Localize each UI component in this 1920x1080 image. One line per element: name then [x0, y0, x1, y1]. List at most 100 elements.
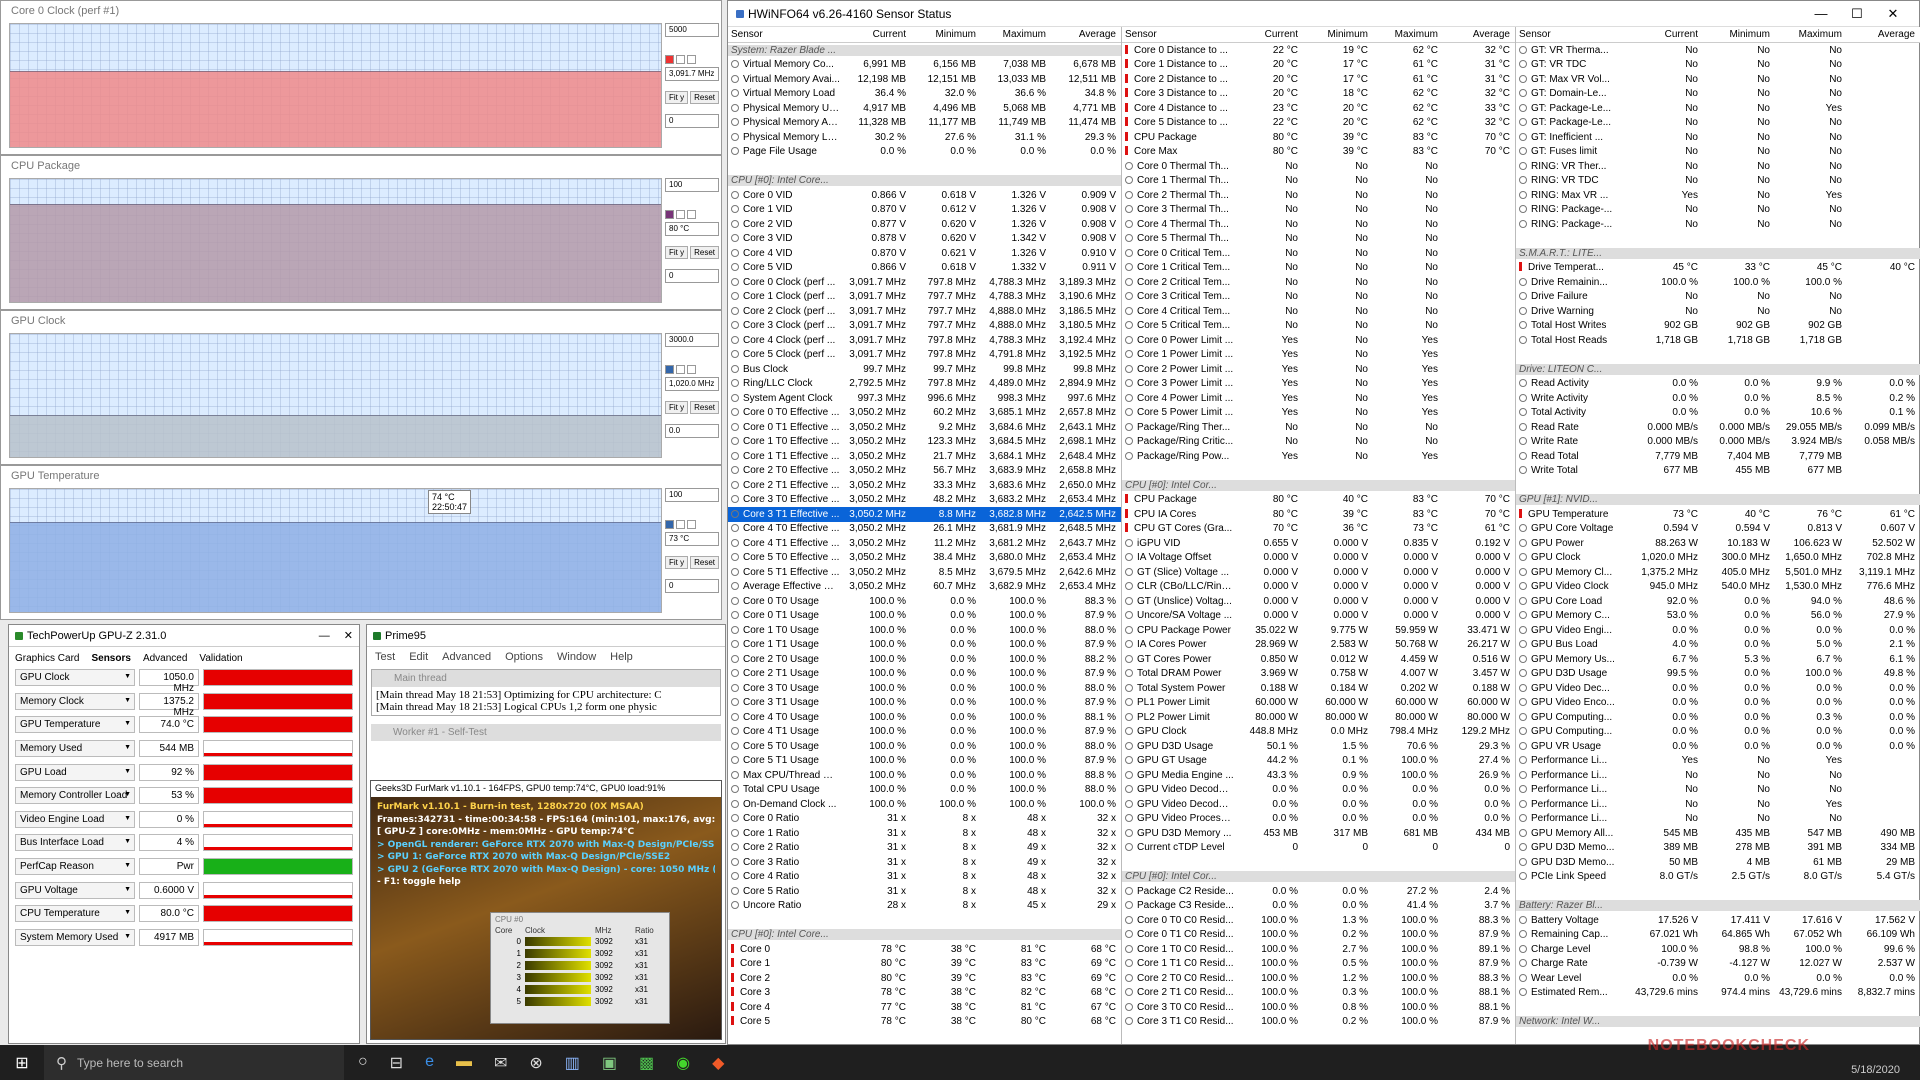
prime95-taskbar-icon[interactable]: ▩: [639, 1053, 654, 1073]
sensor-row[interactable]: Core 4 VID 0.870 V 0.621 V 1.326 V 0.910 V: [728, 246, 1121, 261]
sensor-row[interactable]: Core 0 T0 C0 Resid... 100.0 % 1.3 % 100.0 %…: [1122, 913, 1515, 928]
sensor-row[interactable]: GPU Video Processi... 0.0 % 0.0 % 0.0 % 0.0 …: [1122, 812, 1515, 827]
sensor-row[interactable]: Core 4 77 °C 38 °C 81 °C 67 °C: [728, 1000, 1121, 1015]
sensor-row[interactable]: Core 4 Thermal Th... No No No: [1122, 217, 1515, 232]
graph-max-field[interactable]: 100: [665, 178, 719, 192]
sensor-row[interactable]: GPU D3D Usage 99.5 % 0.0 % 100.0 % 49.8 %: [1516, 667, 1920, 682]
sensor-row[interactable]: Core 0 T0 Effective ... 3,050.2 MHz 60.2 M…: [728, 406, 1121, 421]
sensor-row[interactable]: Remaining Cap... 67.021 Wh 64.865 Wh 67.052…: [1516, 928, 1920, 943]
sensor-row[interactable]: Total System Power 0.188 W 0.184 W 0.202 W0…: [1122, 681, 1515, 696]
color-swatch-icon[interactable]: [665, 365, 674, 374]
sensor-pane-2[interactable]: Sensor Current Minimum Maximum Average Core 0…: [1122, 27, 1516, 1044]
sensor-row[interactable]: Core 5 T0 Effective ... 3,050.2 MHz 38.4 M…: [728, 551, 1121, 566]
sensor-group-header[interactable]: CPU [#0]: Intel Cor...: [1122, 478, 1515, 493]
sensor-row[interactable]: GPU D3D Usage 50.1 % 1.5 % 70.6 % 29.3 %: [1122, 739, 1515, 754]
color-swatch-icon[interactable]: [665, 520, 674, 529]
sensor-row[interactable]: Core 4 T0 Effective ... 3,050.2 MHz 26.1 M…: [728, 522, 1121, 537]
sensor-row[interactable]: Core 5 Ratio 31 x8 x 48 x 32 x: [728, 884, 1121, 899]
sensor-row[interactable]: Package C2 Reside... 0.0 % 0.0 % 27.2 % 2.4 …: [1122, 884, 1515, 899]
sensor-dropdown[interactable]: Bus Interface Load ▼: [15, 834, 135, 852]
menu-window[interactable]: Window: [557, 651, 596, 663]
sensor-row[interactable]: Core 0 T0 Usage 100.0 % 0.0 % 100.0 % 88.3 %: [728, 594, 1121, 609]
sensor-row[interactable]: Core 0 Clock (perf ... 3,091.7 MHz 797.8 M…: [728, 275, 1121, 290]
sensor-row[interactable]: On-Demand Clock ... 100.0 % 100.0 % 100.0 %…: [728, 797, 1121, 812]
sensor-row[interactable]: Core 5 VID 0.866 V 0.618 V 1.332 V 0.911 V: [728, 261, 1121, 276]
razer-taskbar-icon[interactable]: ◉: [676, 1053, 690, 1073]
sensor-row[interactable]: Total Activity 0.0 % 0.0 % 10.6 % 0.1 %: [1516, 406, 1920, 421]
hwinfo-window[interactable]: HWiNFO64 v6.26-4160 Sensor Status — ☐ ✕ …: [727, 0, 1920, 1045]
sensor-row[interactable]: Core 4 Power Limit ... Yes No Yes: [1122, 391, 1515, 406]
sensor-row[interactable]: Core 3 T1 Effective ... 3,050.2 MHz 8.8 MH…: [728, 507, 1121, 522]
sensor-row[interactable]: Core 2 T1 Effective ... 3,050.2 MHz 33.3 M…: [728, 478, 1121, 493]
sensor-row[interactable]: Core 1 T1 Effective ... 3,050.2 MHz 21.7 M…: [728, 449, 1121, 464]
sensor-dropdown[interactable]: GPU Voltage ▼: [15, 881, 135, 899]
column-header[interactable]: Current: [840, 29, 912, 40]
sensor-row[interactable]: Physical Memory Av... 11,328 MB 11,177 MB 1…: [728, 116, 1121, 131]
sensor-row[interactable]: Core 2 VID 0.877 V 0.620 V 1.326 V 0.908 V: [728, 217, 1121, 232]
sensor-row[interactable]: Core 5 Distance to ... 22 °C 20 °C 62 °C 32 …: [1122, 116, 1515, 131]
minimize-icon[interactable]: —: [1803, 6, 1839, 21]
sensor-row[interactable]: Core 1 Ratio 31 x8 x 48 x 32 x: [728, 826, 1121, 841]
column-header[interactable]: Sensor: [1122, 29, 1234, 40]
sensor-row[interactable]: PL2 Power Limit 80.000 W 80.000 W 80.000 W8…: [1122, 710, 1515, 725]
maximize-icon[interactable]: ☐: [1839, 6, 1875, 22]
column-header[interactable]: Minimum: [912, 29, 982, 40]
sensor-row[interactable]: GPU D3D Memo... 389 MB 278 MB 391 MB 334 MB: [1516, 841, 1920, 856]
sensor-row[interactable]: Core 2 Power Limit ... Yes No Yes: [1122, 362, 1515, 377]
sensor-row[interactable]: Core 1 T0 C0 Resid... 100.0 % 2.7 % 100.0 %…: [1122, 942, 1515, 957]
tab-advanced[interactable]: Advanced: [143, 653, 187, 664]
sensor-row[interactable]: Core 2 T0 Effective ... 3,050.2 MHz 56.7 M…: [728, 464, 1121, 479]
column-header[interactable]: Average: [1444, 29, 1515, 40]
sensor-dropdown[interactable]: GPU Load ▼: [15, 763, 135, 781]
graph-min-field[interactable]: 0: [665, 269, 719, 283]
start-icon[interactable]: ⊞: [0, 1053, 44, 1073]
sensor-group-header[interactable]: GPU [#1]: NVID...: [1516, 493, 1920, 508]
gpuz-window[interactable]: TechPowerUp GPU-Z 2.31.0 — ✕ Graphics Ca…: [8, 624, 360, 1044]
sensor-row[interactable]: Total Host Writes 902 GB 902 GB 902 GB: [1516, 319, 1920, 334]
sensor-row[interactable]: GPU Computing... 0.0 % 0.0 % 0.0 % 0.0 %: [1516, 725, 1920, 740]
sensor-row[interactable]: GPU Bus Load 4.0 % 0.0 % 5.0 % 2.1 %: [1516, 638, 1920, 653]
sensor-row[interactable]: Core 0 Critical Tem... No No No: [1122, 246, 1515, 261]
graph-min-field[interactable]: 0: [665, 114, 719, 128]
sensor-row[interactable]: Core 1 80 °C 39 °C 83 °C 69 °C: [728, 957, 1121, 972]
sensor-row[interactable]: Core 1 Clock (perf ... 3,091.7 MHz 797.7 M…: [728, 290, 1121, 305]
column-header[interactable]: Maximum: [1776, 29, 1848, 40]
settings-icon[interactable]: [687, 365, 696, 374]
close-icon[interactable]: ✕: [344, 629, 353, 642]
sensor-row[interactable]: Core 0 78 °C 38 °C 81 °C 68 °C: [728, 942, 1121, 957]
sensor-row[interactable]: GT: VR Therma... No No No: [1516, 43, 1920, 58]
sensor-row[interactable]: Core Max 80 °C 39 °C 83 °C 70 °C: [1122, 145, 1515, 160]
sensor-row[interactable]: Core 4 Distance to ... 23 °C 20 °C 62 °C 33 …: [1122, 101, 1515, 116]
sensor-row[interactable]: GT (Unslice) Voltag... 0.000 V 0.000 V 0.00…: [1122, 594, 1515, 609]
sensor-row[interactable]: Estimated Rem... 43,729.6 mins 974.4 mins 4…: [1516, 986, 1920, 1001]
sensor-row[interactable]: IA Cores Power 28.969 W 2.583 W 50.768 W 26.…: [1122, 638, 1515, 653]
sensor-row[interactable]: GPU D3D Memo... 50 MB 4 MB 61 MB 29 MB: [1516, 855, 1920, 870]
sensor-dropdown[interactable]: PerfCap Reason ▼: [15, 858, 135, 876]
fit-y-button[interactable]: Fit y: [665, 401, 689, 414]
sensor-row[interactable]: Write Rate 0.000 MB/s 0.000 MB/s 3.924 MB/s…: [1516, 435, 1920, 450]
sensor-row[interactable]: Core 2 Ratio 31 x8 x 49 x 32 x: [728, 841, 1121, 856]
sensor-row[interactable]: Core 0 Ratio 31 x8 x 48 x 32 x: [728, 812, 1121, 827]
sensor-row[interactable]: Drive Temperat... 45 °C 33 °C 45 °C 40 °C: [1516, 261, 1920, 276]
sensor-row[interactable]: Battery Voltage 17.526 V 17.411 V 17.616 V1…: [1516, 913, 1920, 928]
fit-y-button[interactable]: Fit y: [665, 246, 689, 259]
fit-y-button[interactable]: Fit y: [665, 556, 689, 569]
xbox-icon[interactable]: ⊗: [529, 1053, 542, 1073]
menu-edit[interactable]: Edit: [409, 651, 428, 663]
sensor-row[interactable]: Core 5 T1 Usage 100.0 % 0.0 % 100.0 % 87.9 %: [728, 754, 1121, 769]
sensor-row[interactable]: Performance Li... No No No: [1516, 768, 1920, 783]
fit-y-button[interactable]: Fit y: [665, 91, 689, 104]
sensor-row[interactable]: Read Total 7,779 MB 7,404 MB 7,779 MB: [1516, 449, 1920, 464]
close-icon[interactable]: ✕: [1875, 6, 1911, 22]
sensor-row[interactable]: Core 2 Clock (perf ... 3,091.7 MHz 797.7 M…: [728, 304, 1121, 319]
sensor-row[interactable]: Package/Ring Critic... No No No: [1122, 435, 1515, 450]
settings-icon[interactable]: [687, 55, 696, 64]
sensor-row[interactable]: GPU Temperature 73 °C 40 °C 76 °C 61 °C: [1516, 507, 1920, 522]
sensor-row[interactable]: Package/Ring Pow... Yes No Yes: [1122, 449, 1515, 464]
tab-sensors[interactable]: Sensors: [91, 653, 130, 664]
sensor-group-header[interactable]: Drive: LITEON C...: [1516, 362, 1920, 377]
sensor-row[interactable]: Core 1 VID 0.870 V 0.612 V 1.326 V 0.908 V: [728, 203, 1121, 218]
sensor-row[interactable]: Core 3 T0 C0 Resid... 100.0 % 0.8 % 100.0 %…: [1122, 1000, 1515, 1015]
sensor-row[interactable]: Core 3 Clock (perf ... 3,091.7 MHz 797.7 M…: [728, 319, 1121, 334]
reset-button[interactable]: Reset: [690, 246, 719, 259]
